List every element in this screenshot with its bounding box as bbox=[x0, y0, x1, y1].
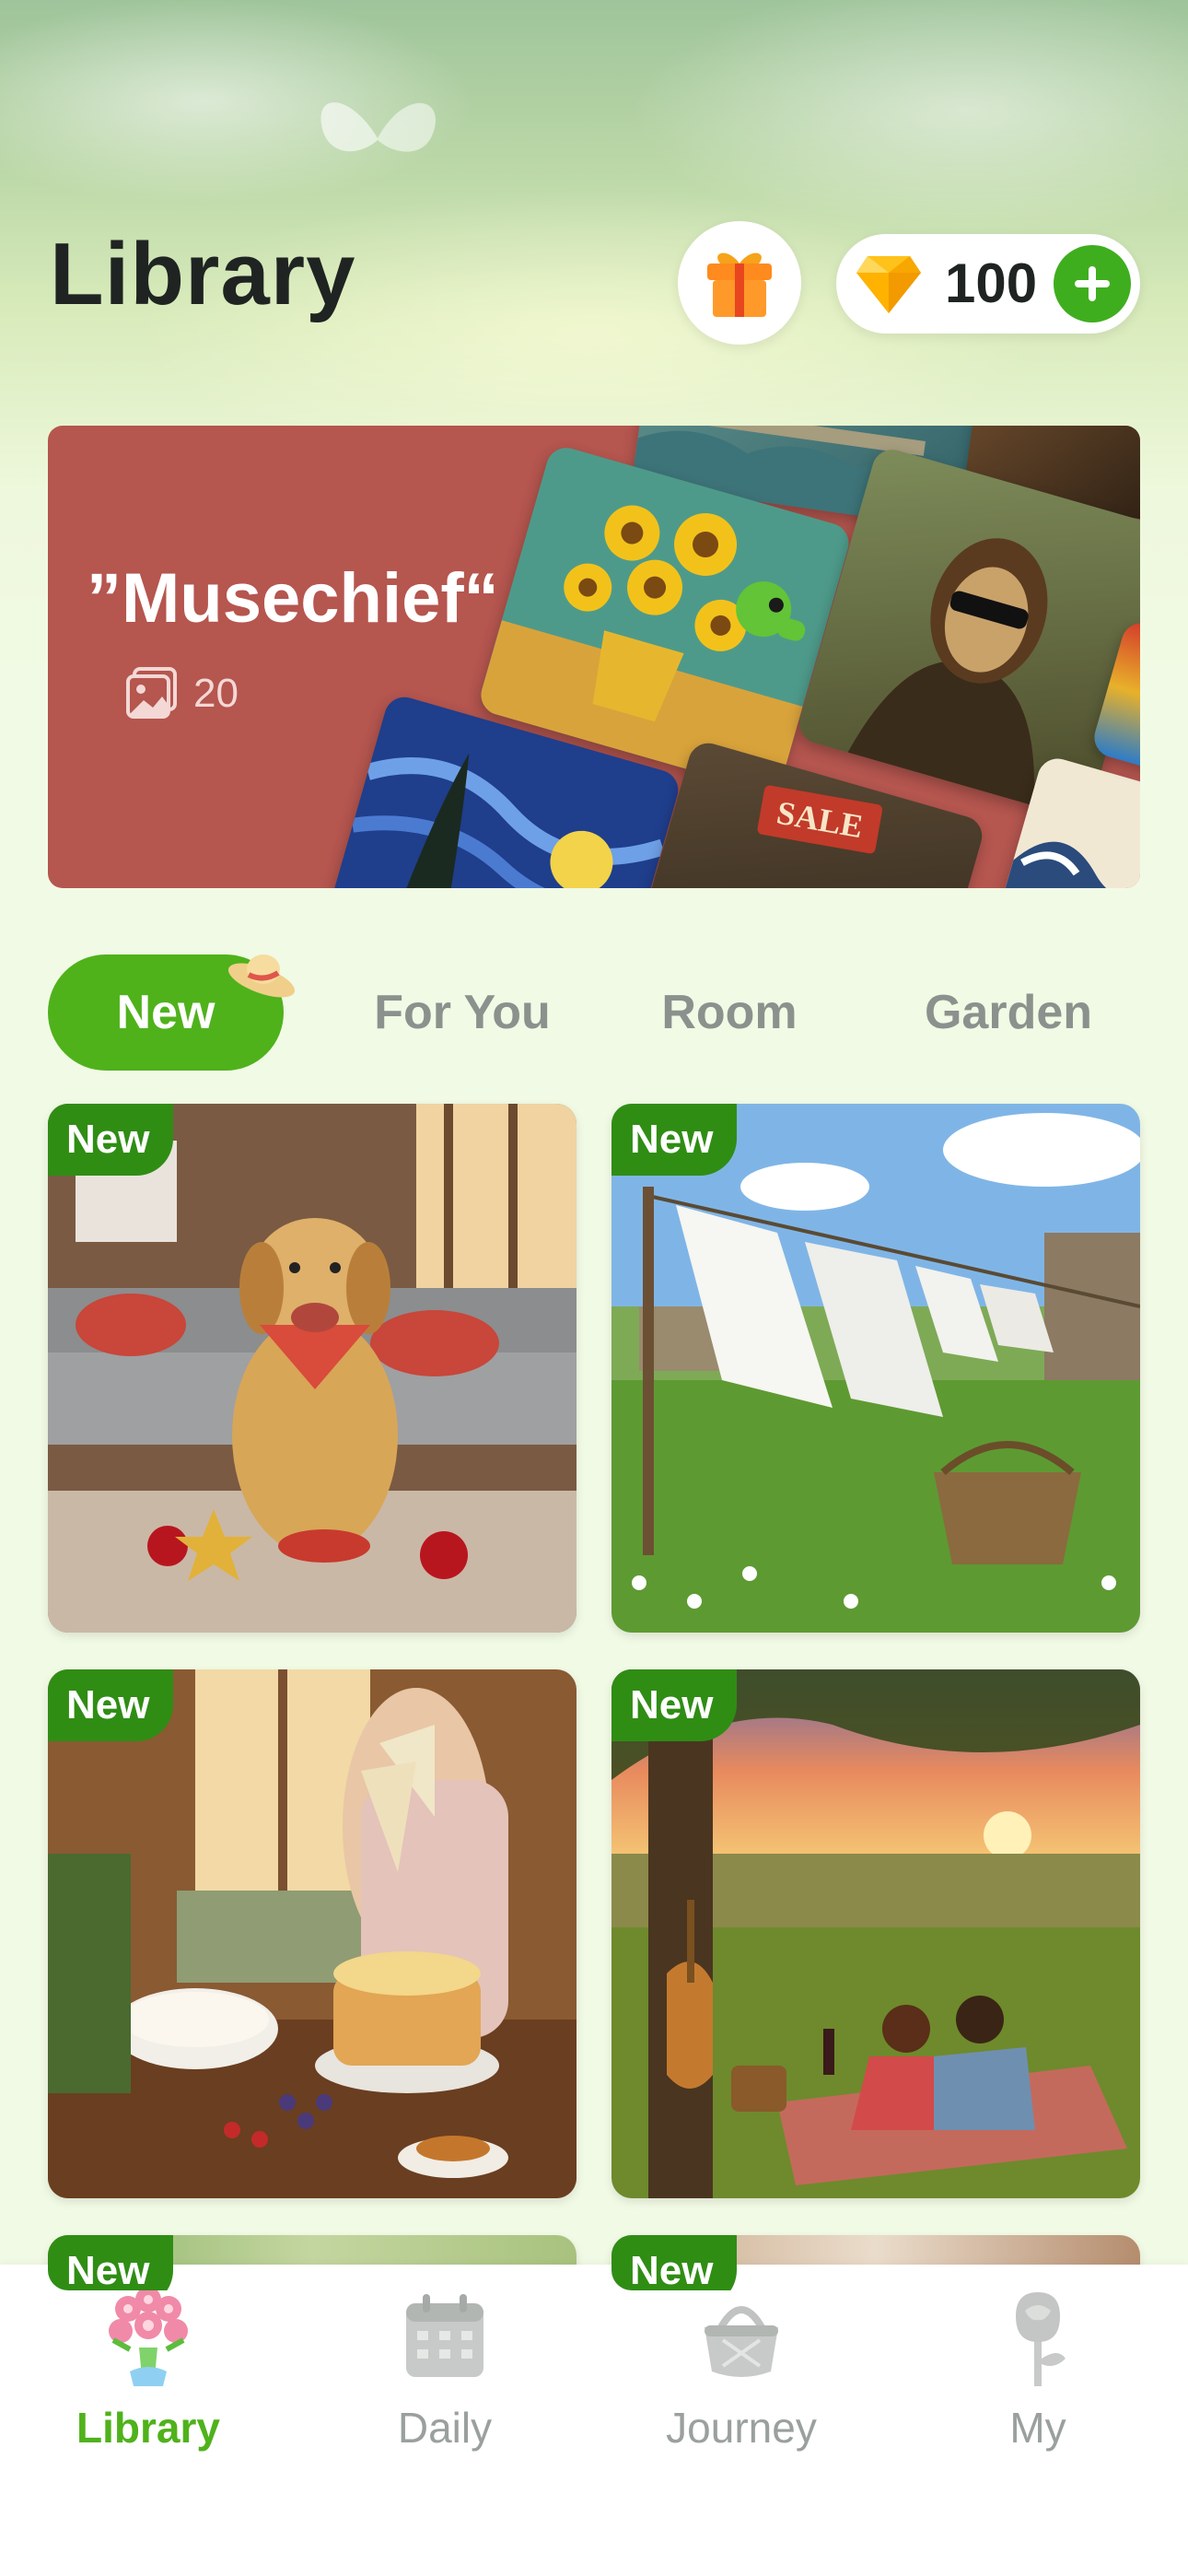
new-badge: New bbox=[611, 1104, 738, 1176]
gift-button[interactable] bbox=[678, 221, 801, 345]
banner-picture-count: 20 bbox=[125, 667, 239, 720]
nav-item-library[interactable]: Library bbox=[0, 2265, 297, 2467]
nav-label-my: My bbox=[1009, 2404, 1066, 2452]
tab-room[interactable]: Room bbox=[619, 954, 840, 1071]
rose-icon bbox=[1016, 2292, 1066, 2386]
new-badge: New bbox=[48, 1104, 174, 1176]
sale-label: SALE bbox=[774, 793, 867, 846]
add-gems-button[interactable] bbox=[1054, 245, 1131, 322]
artwork-card-dog[interactable]: New bbox=[48, 1104, 577, 1633]
nav-item-my[interactable]: My bbox=[890, 2265, 1186, 2467]
plus-icon bbox=[1075, 266, 1110, 301]
new-badge: New bbox=[48, 2235, 174, 2290]
new-badge: New bbox=[48, 1669, 174, 1741]
basket-icon bbox=[705, 2306, 778, 2377]
artwork-card-picnic[interactable]: New bbox=[611, 1669, 1140, 2198]
artwork-thumbnail bbox=[48, 1104, 577, 1633]
nav-item-journey[interactable]: Journey bbox=[593, 2265, 890, 2467]
library-screen: Library 100 SALE ”Musechief“ 20 New For … bbox=[0, 0, 1188, 2576]
nav-label-daily: Daily bbox=[397, 2404, 493, 2452]
new-badge: New bbox=[611, 2235, 738, 2290]
artwork-thumbnail bbox=[48, 1669, 577, 2198]
gem-count: 100 bbox=[945, 252, 1038, 314]
page-title: Library bbox=[50, 225, 356, 323]
nav-label-journey: Journey bbox=[666, 2404, 817, 2452]
banner-title: ”Musechief“ bbox=[87, 559, 499, 638]
bottom-navigation: Library Daily Journey My bbox=[0, 2265, 1188, 2576]
diamond-icon bbox=[856, 256, 921, 313]
nav-item-daily[interactable]: Daily bbox=[297, 2265, 593, 2467]
butterfly-decoration bbox=[320, 102, 436, 152]
banner-count: 20 bbox=[193, 671, 239, 716]
calendar-icon bbox=[406, 2294, 483, 2377]
artwork-thumbnail bbox=[611, 1104, 1140, 1633]
gallery-icon bbox=[126, 667, 177, 719]
gem-balance[interactable]: 100 bbox=[836, 234, 1140, 334]
artwork-card-baking[interactable]: New bbox=[48, 1669, 577, 2198]
artwork-card-laundry[interactable]: New bbox=[611, 1104, 1140, 1633]
new-badge: New bbox=[611, 1669, 738, 1741]
sale-sign: SALE bbox=[756, 784, 883, 855]
flower-bouquet-icon bbox=[109, 2287, 188, 2386]
artwork-thumbnail bbox=[611, 1669, 1140, 2198]
category-tabs: New For You Room Garden bbox=[48, 954, 1140, 1072]
gift-icon bbox=[707, 252, 772, 317]
tab-garden[interactable]: Garden bbox=[877, 954, 1140, 1071]
collection-banner[interactable]: SALE ”Musechief“ 20 bbox=[48, 426, 1140, 888]
tab-for-you[interactable]: For You bbox=[324, 954, 600, 1071]
nav-label-library: Library bbox=[76, 2404, 220, 2452]
straw-hat-icon bbox=[227, 954, 296, 998]
